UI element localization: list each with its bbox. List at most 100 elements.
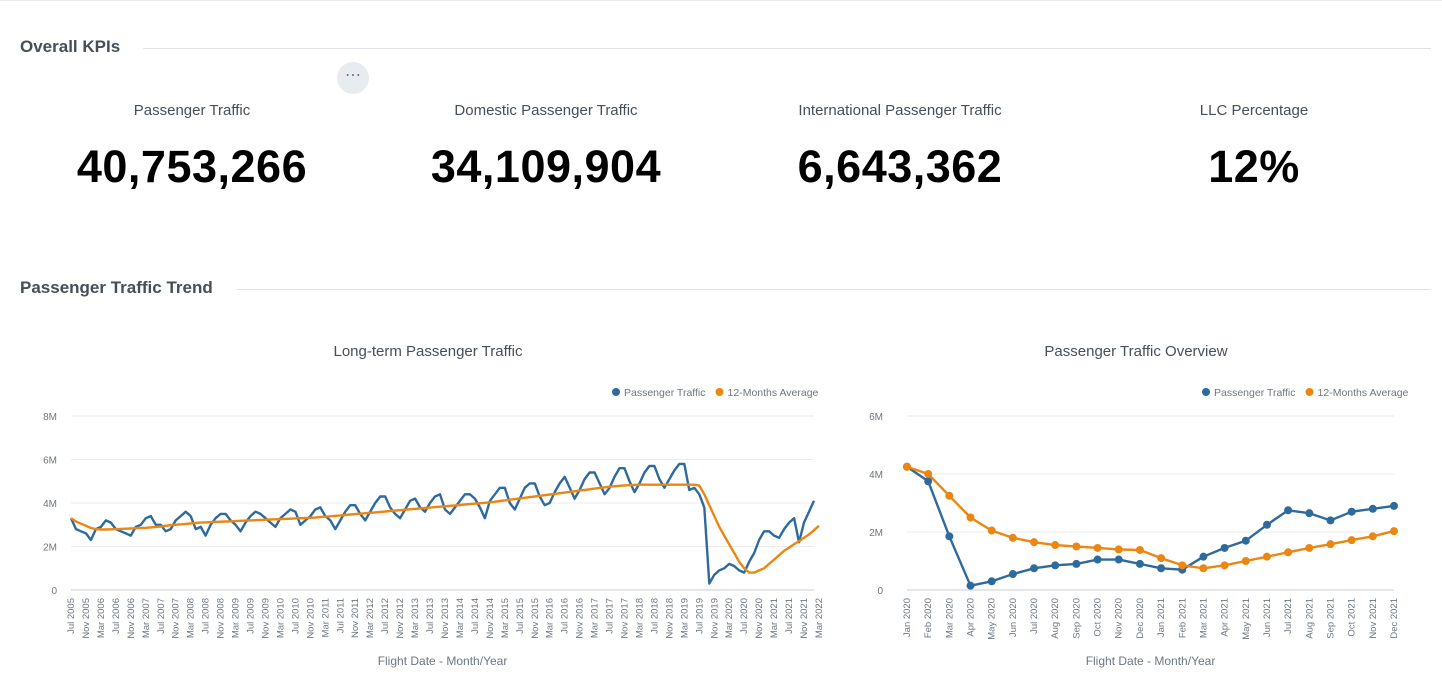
x-tick-label: Mar 2009: [231, 598, 242, 638]
data-point: [1368, 504, 1377, 513]
x-tick-label: Dec 2021: [1389, 598, 1400, 639]
x-tick-label: Apr 2021: [1220, 598, 1231, 637]
more-horizontal-icon: ⋯: [345, 67, 361, 84]
section-divider: [237, 289, 1431, 290]
x-tick-label: Mar 2014: [455, 598, 466, 638]
x-tick-label: Mar 2015: [500, 598, 511, 638]
x-tick-label: Jul 2014: [470, 598, 481, 634]
x-tick-label: Nov 2016: [575, 598, 586, 639]
x-tick-label: Aug 2020: [1050, 598, 1061, 639]
x-tick-label: Mar 2017: [590, 598, 601, 638]
kpi-value-passenger-traffic: 40,753,266: [76, 141, 308, 192]
data-point: [1347, 536, 1356, 545]
x-tick-label: Jul 2020: [739, 598, 750, 634]
x-tick-label: Nov 2014: [485, 598, 496, 639]
x-tick-label: Sep 2020: [1071, 598, 1082, 639]
y-tick-label: 4M: [43, 499, 57, 510]
x-tick-label: Jul 2005: [66, 598, 77, 634]
data-point: [1390, 527, 1398, 536]
series-line-1: [906, 465, 1395, 587]
kpi-label-international-passenger-traffic: International Passenger Traffic: [798, 102, 1002, 119]
x-tick-label: Dec 2020: [1135, 598, 1146, 639]
x-tick-label: Nov 2018: [664, 598, 675, 639]
x-tick-label: Jul 2010: [290, 598, 301, 634]
x-tick-label: Mar 2021: [1198, 598, 1209, 638]
x-tick-label: Jul 2016: [560, 598, 571, 634]
x-tick-label: Nov 2019: [709, 598, 720, 639]
x-tick-label: Feb 2021: [1177, 598, 1188, 638]
data-point: [1368, 532, 1377, 541]
x-tick-label: Jul 2015: [515, 598, 526, 634]
long-term-traffic-chart: 0 2M 4M 6M 8M Jul 2005 Nov 2005 Mar 2006 Jul 200…: [43, 387, 825, 668]
data-point: [1008, 570, 1017, 579]
legend-label: 12-Months Average: [1318, 387, 1409, 399]
data-point: [987, 526, 996, 535]
data-point: [1114, 555, 1123, 564]
x-tick-label: Jul 2019: [694, 598, 705, 634]
data-point: [1241, 536, 1250, 545]
data-point: [1326, 540, 1335, 549]
data-point: [1241, 557, 1250, 565]
y-tick-label: 2M: [869, 528, 883, 539]
x-tick-label: Jul 2011: [335, 598, 346, 633]
data-point: [1008, 533, 1017, 542]
x-tick-label: Mar 2016: [545, 598, 556, 638]
data-point: [945, 532, 954, 541]
x-tick-label: Mar 2021: [769, 598, 780, 638]
data-point: [1157, 554, 1166, 563]
x-tick-label: Feb 2020: [923, 598, 934, 638]
data-point: [903, 462, 911, 471]
chart-title-long-term: Long-term Passenger Traffic: [333, 343, 523, 360]
data-point: [1326, 516, 1335, 525]
chart-title-overview: Passenger Traffic Overview: [1044, 343, 1228, 360]
x-tick-label: Jul 2013: [425, 598, 436, 634]
y-tick-label: 6M: [869, 412, 883, 423]
y-tick-label: 0: [877, 586, 883, 597]
x-tick-label: Oct 2021: [1347, 598, 1358, 637]
data-point: [1262, 520, 1271, 529]
legend-marker: [715, 388, 724, 396]
data-point: [1093, 543, 1102, 552]
widget-menu-button[interactable]: ⋯: [337, 62, 369, 94]
x-tick-label: Apr 2020: [966, 598, 977, 637]
data-point: [924, 470, 933, 478]
kpi-value-domestic-passenger-traffic: 34,109,904: [430, 141, 662, 192]
x-tick-label: Nov 2013: [440, 598, 451, 639]
x-tick-label: Mar 2020: [944, 598, 955, 638]
x-tick-label: Nov 2021: [1368, 598, 1379, 639]
x-tick-label: Jul 2018: [649, 598, 660, 634]
top-divider: [0, 0, 1442, 1]
x-tick-label: Mar 2010: [275, 598, 286, 638]
x-tick-label: Mar 2019: [679, 598, 690, 638]
x-tick-label: Mar 2006: [96, 598, 107, 638]
data-point: [1114, 545, 1123, 554]
x-tick-label: Mar 2012: [365, 598, 376, 638]
x-tick-label: Nov 2021: [799, 598, 810, 639]
data-point: [1199, 552, 1208, 561]
x-tick-label: Mar 2022: [814, 598, 825, 638]
x-tick-label: Jul 2006: [111, 598, 122, 634]
x-tick-label: Mar 2008: [186, 598, 197, 638]
data-point: [1220, 561, 1229, 570]
x-tick-label: Jul 2017: [605, 598, 616, 634]
data-point: [1030, 538, 1039, 547]
x-tick-label: Jan 2020: [902, 598, 913, 637]
x-axis-title: Flight Date - Month/Year: [1086, 654, 1216, 668]
kpi-label-passenger-traffic: Passenger Traffic: [133, 102, 251, 119]
x-tick-label: Jan 2021: [1156, 598, 1167, 637]
x-tick-label: Oct 2020: [1093, 598, 1104, 637]
x-tick-label: Jul 2007: [156, 598, 167, 634]
data-point: [1093, 555, 1102, 564]
section-title-overall-kpis: Overall KPIs: [20, 37, 121, 56]
y-tick-label: 4M: [869, 470, 883, 481]
x-tick-label: Nov 2020: [1114, 598, 1125, 639]
data-point: [1135, 545, 1144, 554]
data-point: [1072, 542, 1081, 551]
data-point: [1284, 548, 1293, 557]
x-tick-label: Nov 2005: [81, 598, 92, 639]
legend-label: Passenger Traffic: [1214, 387, 1296, 399]
x-tick-label: Nov 2006: [126, 598, 137, 639]
x-tick-label: Nov 2008: [216, 598, 227, 639]
x-tick-label: Nov 2009: [260, 598, 271, 639]
legend-marker: [612, 388, 620, 396]
